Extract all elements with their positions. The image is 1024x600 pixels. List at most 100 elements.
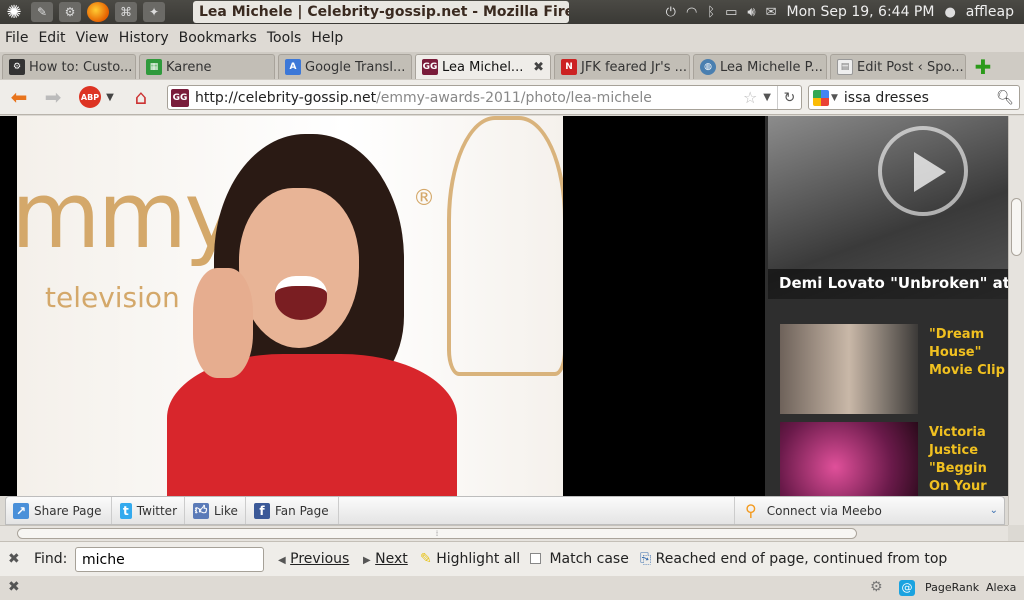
- url-bar[interactable]: GG http://celebrity-gossip.net/emmy-awar…: [167, 85, 802, 110]
- like-button[interactable]: 👍︎ Like: [186, 497, 246, 524]
- share-toolbar: ↗ Share Page t Twitter 👍︎ Like f Fan Pag…: [5, 496, 1005, 525]
- meebo-icon: ⚲: [745, 501, 757, 520]
- adblock-button[interactable]: ABP: [78, 85, 102, 109]
- highlight-all-button[interactable]: ✎ Highlight all: [420, 551, 520, 567]
- twitter-button[interactable]: t Twitter: [113, 497, 185, 524]
- system-tray: ⏻ ◠ ᛒ ▭ 🔊︎ ✉ Mon Sep 19, 6:44 PM ● affle…: [666, 0, 1024, 24]
- new-tab-button[interactable]: ✚: [971, 56, 995, 78]
- ubuntu-logo-icon[interactable]: ✺: [0, 0, 28, 24]
- lea-michele-photo[interactable]: mmys television ®: [17, 116, 563, 496]
- menu-bookmarks[interactable]: Bookmarks: [179, 30, 257, 46]
- highlighter-icon: ✎: [420, 551, 432, 567]
- menu-history[interactable]: History: [119, 30, 169, 46]
- wrap-around-icon: ⎘: [640, 551, 652, 567]
- facebook-icon: f: [254, 502, 270, 519]
- mail-icon[interactable]: ✉: [766, 5, 777, 20]
- page-icon: ▤: [837, 59, 853, 75]
- tab-lea-michelle-p[interactable]: ◍ Lea Michelle P...: [693, 54, 827, 79]
- share-page-button[interactable]: ↗ Share Page: [6, 497, 112, 524]
- adblock-dropdown-icon[interactable]: ▼: [103, 85, 117, 109]
- meebo-connect-button[interactable]: ⚲ Connect via Meebo ⌄: [734, 497, 1004, 524]
- video-thumbnail[interactable]: [780, 422, 918, 496]
- checkbox-icon[interactable]: [530, 553, 541, 564]
- news-icon: N: [561, 59, 577, 75]
- close-find-icon[interactable]: ✖: [8, 551, 20, 567]
- vertical-scroll-thumb[interactable]: [1011, 198, 1022, 256]
- reload-icon[interactable]: ↻: [777, 86, 801, 109]
- menu-edit[interactable]: Edit: [38, 30, 65, 46]
- horizontal-scroll-thumb[interactable]: ⁞: [17, 528, 857, 539]
- volume-icon[interactable]: 🔊︎: [747, 5, 755, 20]
- url-host: http://celebrity-gossip.net: [195, 89, 377, 106]
- close-addon-bar-icon[interactable]: ✖: [8, 579, 20, 595]
- registered-mark: ®: [413, 186, 435, 211]
- side-video-title[interactable]: "Dream House" Movie Clip: [918, 324, 1008, 414]
- power-icon[interactable]: ⏻: [666, 5, 676, 20]
- menu-tools[interactable]: Tools: [267, 30, 302, 46]
- tab-jfk[interactable]: N JFK feared Jr's ...: [554, 54, 690, 79]
- vertical-scrollbar[interactable]: [1008, 116, 1024, 525]
- window-title[interactable]: Lea Michele | Celebrity-gossip.net - Moz…: [193, 1, 569, 23]
- at-sign-icon[interactable]: @: [899, 580, 915, 596]
- side-video-title[interactable]: Victoria Justice "Beggin On Your Knees" …: [918, 422, 1008, 496]
- tab-edit-post[interactable]: ▤ Edit Post ‹ Spo...: [830, 54, 966, 79]
- television-text: television: [45, 281, 180, 314]
- horizontal-scrollbar[interactable]: ⁞: [0, 525, 1008, 541]
- page-content: mmys television ® Demi Lovato "Unbroken"…: [0, 116, 1008, 496]
- bluetooth-icon[interactable]: ᛒ: [707, 5, 715, 20]
- system-top-panel: ✺ ✎ ⚙ ⌘ ✦ Lea Michele | Celebrity-gossip…: [0, 0, 1024, 24]
- puzzle-icon[interactable]: ✦: [143, 2, 165, 22]
- close-tab-icon[interactable]: ✖: [529, 60, 544, 75]
- forward-button[interactable]: ➡: [40, 85, 66, 109]
- site-favicon-icon: GG: [171, 88, 189, 107]
- find-previous-button[interactable]: ◀ Previous: [278, 551, 349, 567]
- tab-google-translate[interactable]: A Google Transl...: [278, 54, 412, 79]
- twitter-icon: t: [120, 502, 132, 519]
- gear-icon[interactable]: ⚙: [870, 579, 883, 595]
- clock[interactable]: Mon Sep 19, 6:44 PM: [787, 4, 935, 20]
- menu-help[interactable]: Help: [311, 30, 343, 46]
- tab-howto[interactable]: ⚙ How to: Custo...: [2, 54, 136, 79]
- google-icon[interactable]: [813, 89, 829, 106]
- settings-icon[interactable]: ⚙: [59, 2, 81, 22]
- search-icon[interactable]: 🔍︎: [996, 90, 1014, 106]
- side-video-item[interactable]: "Dream House" Movie Clip: [780, 324, 1008, 414]
- side-video-item[interactable]: Victoria Justice "Beggin On Your Knees" …: [780, 422, 1008, 496]
- back-button[interactable]: ⬅: [6, 85, 32, 109]
- find-input[interactable]: [75, 547, 264, 572]
- username[interactable]: affleap: [966, 4, 1014, 20]
- globe-icon: ◍: [700, 59, 716, 75]
- pagerank-label[interactable]: PageRank: [925, 581, 979, 594]
- menu-view[interactable]: View: [76, 30, 109, 46]
- tab-lea-michele[interactable]: GG Lea Michel... ✖: [415, 54, 551, 79]
- play-icon[interactable]: [878, 126, 968, 216]
- fan-page-button[interactable]: f Fan Page: [247, 497, 339, 524]
- match-case-checkbox[interactable]: Match case: [530, 551, 629, 567]
- emmy-statue: [447, 116, 563, 376]
- search-bar[interactable]: ▼ issa dresses 🔍︎: [808, 85, 1020, 110]
- alexa-label[interactable]: Alexa: [986, 581, 1016, 594]
- text-editor-icon[interactable]: ✎: [31, 2, 53, 22]
- user-icon[interactable]: ●: [944, 5, 955, 20]
- search-engine-dropdown-icon[interactable]: ▼: [831, 93, 838, 103]
- face-shape: [239, 188, 359, 348]
- find-next-button[interactable]: ▶ Next: [363, 551, 408, 567]
- search-input[interactable]: issa dresses: [844, 90, 929, 106]
- home-button[interactable]: ⌂: [128, 85, 154, 109]
- battery-icon[interactable]: ▭: [725, 5, 737, 20]
- url-dropdown-icon[interactable]: ▼: [763, 92, 771, 103]
- hand-shape: [193, 268, 253, 378]
- collapse-chevron-icon[interactable]: ⌄: [990, 505, 998, 516]
- next-arrow-icon: ▶: [363, 555, 371, 566]
- navigation-toolbar: ⬅ ➡ ABP ▼ ⌂ GG http://celebrity-gossip.n…: [0, 80, 1024, 115]
- status-bar: ✖ ⚙ @ PageRank Alexa: [0, 576, 1024, 600]
- bookmark-star-icon[interactable]: ☆: [743, 88, 757, 107]
- firefox-icon[interactable]: [87, 2, 109, 22]
- tab-karene[interactable]: ▦ Karene: [139, 54, 275, 79]
- menu-file[interactable]: File: [5, 30, 28, 46]
- previous-arrow-icon: ◀: [278, 555, 286, 566]
- video-thumbnail[interactable]: [780, 324, 918, 414]
- featured-video-title[interactable]: Demi Lovato "Unbroken" at Ham: [768, 269, 1008, 299]
- network-icon[interactable]: ⌘: [115, 2, 137, 22]
- wifi-icon[interactable]: ◠: [686, 5, 697, 20]
